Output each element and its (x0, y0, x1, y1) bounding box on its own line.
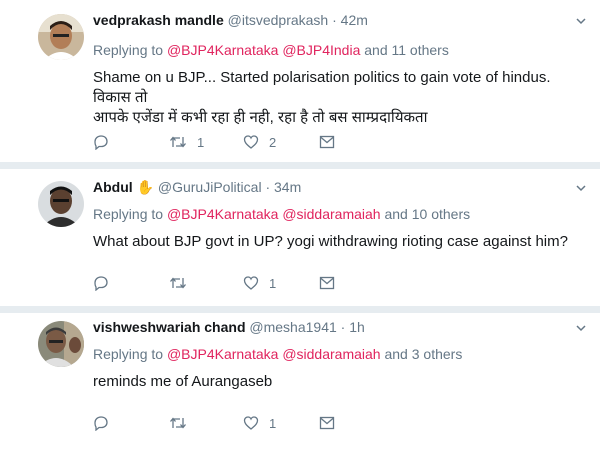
timestamp[interactable]: 42m (341, 12, 368, 28)
retweet-icon (170, 277, 186, 289)
others-link[interactable]: and 11 others (364, 42, 449, 58)
tweet[interactable]: vishweshwariah chand @mesha1941 · 1h Rep… (0, 313, 600, 450)
reply-icon (94, 276, 108, 291)
reply-button[interactable] (93, 413, 109, 433)
replying-to: Replying to @BJP4Karnataka @BJP4India an… (93, 42, 449, 58)
replying-prefix: Replying to (93, 346, 164, 362)
message-icon (319, 135, 335, 149)
display-name[interactable]: vedprakash mandle (93, 12, 224, 28)
tweet-text-line: Shame on u BJP... Started polarisation p… (93, 69, 551, 106)
mention-link[interactable]: @siddaramaiah (282, 346, 380, 362)
mention-link[interactable]: @BJP4Karnataka (167, 42, 279, 58)
others-link[interactable]: and 3 others (384, 346, 462, 362)
reply-button[interactable] (93, 273, 109, 293)
chevron-down-icon[interactable] (576, 16, 586, 26)
reply-icon (94, 416, 108, 431)
reply-icon (94, 135, 108, 150)
message-button[interactable] (319, 273, 335, 293)
retweet-icon (170, 417, 186, 429)
tweet-feed: vedprakash mandle @itsvedprakash · 42m R… (0, 0, 600, 450)
message-button[interactable] (319, 413, 335, 433)
like-icon (243, 135, 259, 149)
user-handle[interactable]: @GuruJiPolitical (158, 179, 262, 195)
separator: · (265, 179, 271, 195)
avatar[interactable] (38, 14, 84, 60)
replying-prefix: Replying to (93, 206, 164, 222)
tweet-text: reminds me of Aurangaseb (93, 372, 580, 392)
tweet[interactable]: Abdul ✋ @GuruJiPolitical · 34m Replying … (0, 169, 600, 307)
avatar[interactable] (38, 181, 84, 227)
retweet-button[interactable]: 1 (169, 132, 204, 152)
retweet-count: 1 (197, 134, 205, 150)
retweet-button[interactable] (169, 273, 187, 293)
tweet-actions: 1 (93, 273, 413, 293)
replying-prefix: Replying to (93, 42, 164, 58)
like-icon (243, 416, 259, 430)
message-icon (319, 276, 335, 290)
tweet-header: Abdul ✋ @GuruJiPolitical · 34m (93, 179, 301, 196)
tweet-actions: 1 2 (93, 132, 413, 152)
others-link[interactable]: and 10 others (384, 206, 470, 222)
message-icon (319, 416, 335, 430)
reply-button[interactable] (93, 132, 109, 152)
display-name[interactable]: Abdul (93, 179, 133, 195)
tweet-text-line: आपके एजेंडा में कभी रहा ही नही, रहा है त… (93, 109, 428, 126)
avatar[interactable] (38, 321, 84, 367)
like-button[interactable]: 1 (243, 273, 276, 293)
like-count: 2 (269, 134, 277, 150)
tweet-header: vishweshwariah chand @mesha1941 · 1h (93, 319, 365, 335)
mention-link[interactable]: @BJP4Karnataka (167, 346, 279, 362)
like-icon (243, 276, 259, 290)
tweet-header: vedprakash mandle @itsvedprakash · 42m (93, 12, 368, 28)
retweet-icon (170, 136, 186, 148)
like-button[interactable]: 2 (243, 132, 276, 152)
retweet-button[interactable] (169, 413, 187, 433)
separator: · (340, 319, 346, 335)
tweet-text: What about BJP govt in UP? yogi withdraw… (93, 232, 580, 252)
user-handle[interactable]: @mesha1941 (249, 319, 336, 335)
chevron-down-icon[interactable] (576, 323, 586, 333)
like-button[interactable]: 1 (243, 413, 276, 433)
tweet[interactable]: vedprakash mandle @itsvedprakash · 42m R… (0, 0, 600, 163)
user-handle[interactable]: @itsvedprakash (228, 12, 329, 28)
mention-link[interactable]: @BJP4Karnataka (167, 206, 279, 222)
replying-to: Replying to @BJP4Karnataka @siddaramaiah… (93, 206, 470, 222)
timestamp[interactable]: 1h (349, 319, 365, 335)
chevron-down-icon[interactable] (576, 183, 586, 193)
display-name[interactable]: vishweshwariah chand (93, 319, 246, 335)
separator: · (332, 12, 337, 28)
like-count: 1 (269, 415, 277, 431)
timestamp[interactable]: 34m (274, 179, 301, 195)
tweet-text-line: reminds me of Aurangaseb (93, 373, 273, 390)
tweet-actions: 1 (93, 413, 413, 433)
tweet-text: Shame on u BJP... Started polarisation p… (93, 68, 580, 128)
tweet-text-line: What about BJP govt in UP? yogi withdraw… (93, 233, 568, 250)
hand-emoji-icon: ✋ (136, 179, 154, 195)
mention-link[interactable]: @BJP4India (282, 42, 360, 58)
message-button[interactable] (319, 132, 335, 152)
mention-link[interactable]: @siddaramaiah (282, 206, 380, 222)
like-count: 1 (269, 275, 277, 291)
replying-to: Replying to @BJP4Karnataka @siddaramaiah… (93, 346, 462, 362)
